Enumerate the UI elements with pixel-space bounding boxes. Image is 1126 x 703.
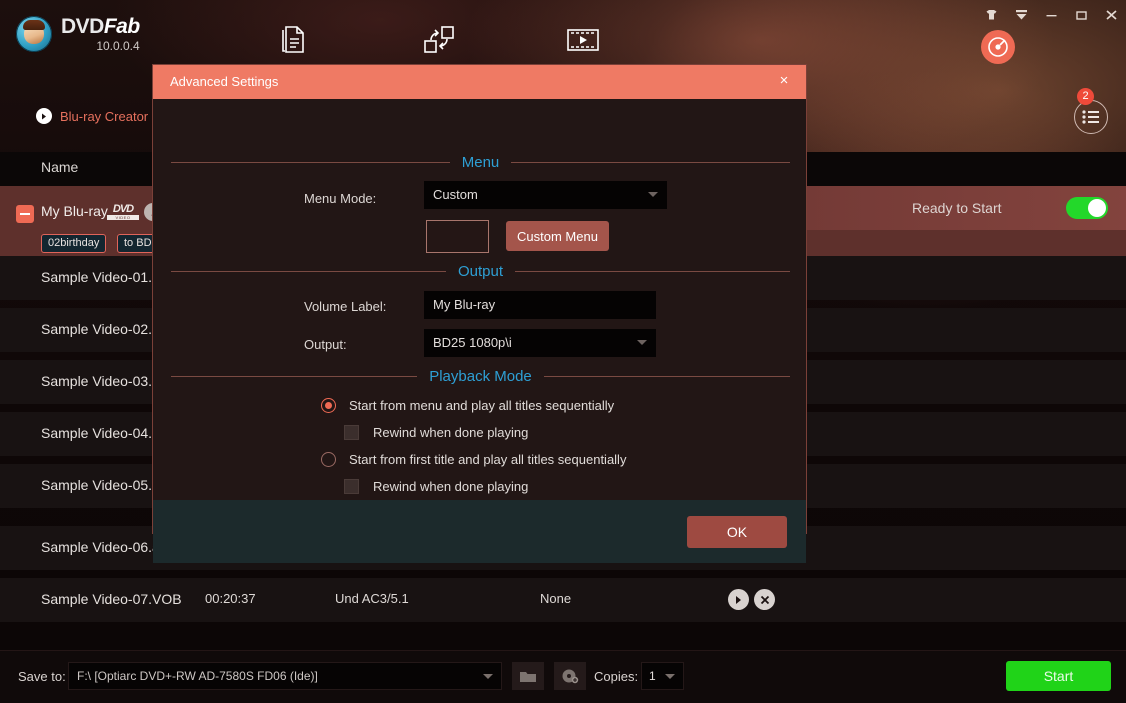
playback-option-2[interactable]: Start from first title and play all titl… — [321, 452, 626, 467]
dialog-footer: OK — [153, 500, 806, 563]
row-name: Sample Video-04.avi — [41, 425, 170, 441]
delete-icon[interactable] — [754, 589, 775, 610]
dialog-body: Menu Menu Mode: Custom Custom Menu Outpu… — [153, 99, 806, 500]
play-icon[interactable] — [728, 589, 749, 610]
menu-mode-value: Custom — [433, 187, 478, 202]
row-name: Sample Video-06.avi — [41, 539, 170, 555]
chip-source[interactable]: 02birthday — [41, 234, 106, 253]
row-name: Sample Video-03.avi — [41, 373, 170, 389]
playback-option-2-label: Start from first title and play all titl… — [349, 452, 626, 467]
save-to-select[interactable]: F:\ [Optiarc DVD+-RW AD-7580S FD06 (Ide)… — [68, 662, 502, 690]
volume-label-value: My Blu-ray — [433, 297, 495, 312]
converter-icon[interactable] — [416, 20, 462, 60]
chevron-down-icon — [665, 674, 675, 679]
row-audio: Und AC3/5.1 — [335, 591, 409, 606]
output-label: Output: — [304, 337, 347, 352]
column-header-name: Name — [41, 159, 78, 175]
app-logo: DVDFab 10.0.0.4 — [16, 16, 140, 52]
mode-selector[interactable]: Blu-ray Creator — [36, 108, 148, 124]
dvd-logo-top: DVD — [107, 204, 139, 215]
advanced-settings-dialog: Advanced Settings × Menu Menu Mode: Cust… — [152, 64, 807, 534]
ready-label: Ready to Start — [912, 200, 1002, 216]
dvd-logo-bottom: VIDEO — [107, 215, 139, 220]
section-heading-output: Output — [446, 263, 515, 280]
dialog-title: Advanced Settings — [170, 74, 278, 89]
title-name: My Blu-ray — [41, 203, 108, 219]
row-time: 00:20:37 — [205, 591, 256, 606]
section-output: Output — [171, 263, 790, 279]
folder-icon[interactable] — [512, 662, 544, 690]
dvdfab-window: DVDFab 10.0.0.4 — [0, 0, 1126, 703]
output-select[interactable]: BD25 1080p\i — [424, 329, 656, 357]
ready-toggle[interactable] — [1066, 197, 1108, 219]
app-name-fab: Fab — [104, 15, 140, 38]
ok-button[interactable]: OK — [687, 516, 787, 548]
close-icon[interactable] — [1104, 7, 1118, 23]
chevron-down-icon — [648, 192, 658, 197]
chevron-down-icon — [483, 674, 493, 679]
menu-mode-label: Menu Mode: — [304, 191, 376, 206]
rewind-checkbox-1[interactable]: Rewind when done playing — [344, 425, 528, 440]
app-name: DVDFab — [61, 16, 140, 37]
disc-icon[interactable] — [554, 662, 586, 690]
row-name: Sample Video-07.VOB — [41, 591, 182, 607]
section-heading-playback: Playback Mode — [417, 368, 544, 385]
title-bar: DVDFab 10.0.0.4 — [0, 0, 1126, 70]
queue-badge: 2 — [1077, 88, 1094, 105]
volume-label-label: Volume Label: — [304, 299, 386, 314]
section-heading-menu: Menu — [450, 154, 512, 171]
playback-option-1-label: Start from menu and play all titles sequ… — [349, 398, 614, 413]
module-toolbar — [270, 14, 790, 60]
task-queue-button[interactable]: 2 — [1074, 100, 1108, 134]
mascot-icon — [16, 16, 52, 52]
arrow-right-icon — [36, 108, 52, 124]
rewind-label-2: Rewind when done playing — [373, 479, 528, 494]
copies-value: 1 — [649, 669, 656, 683]
copies-select[interactable]: 1 — [641, 662, 684, 690]
radio-icon-selected — [321, 398, 336, 413]
mode-label: Blu-ray Creator — [60, 109, 148, 124]
ready-to-start-strip: Ready to Start — [806, 186, 1126, 230]
start-button[interactable]: Start — [1006, 661, 1111, 691]
output-value: BD25 1080p\i — [433, 335, 512, 350]
dialog-header: Advanced Settings × — [153, 65, 806, 99]
table-row[interactable]: Sample Video-07.VOB 00:20:37 Und AC3/5.1… — [0, 578, 1126, 622]
custom-menu-button[interactable]: Custom Menu — [506, 221, 609, 251]
save-to-value: F:\ [Optiarc DVD+-RW AD-7580S FD06 (Ide)… — [77, 669, 318, 683]
section-menu: Menu — [171, 154, 790, 170]
rewind-checkbox-2[interactable]: Rewind when done playing — [344, 479, 528, 494]
save-to-label: Save to: — [18, 669, 66, 684]
minimize-icon[interactable] — [1044, 7, 1058, 23]
volume-label-input[interactable]: My Blu-ray — [424, 291, 656, 319]
app-version: 10.0.0.4 — [61, 40, 140, 52]
row-name: Sample Video-02.avi — [41, 321, 170, 337]
close-icon[interactable]: × — [775, 72, 793, 90]
chevron-down-icon — [637, 340, 647, 345]
video-icon[interactable] — [560, 20, 606, 60]
radio-icon — [321, 452, 336, 467]
tray-icon[interactable] — [1014, 7, 1028, 23]
window-controls — [984, 4, 1118, 26]
app-name-dvd: DVD — [61, 15, 104, 38]
copies-label: Copies: — [594, 669, 638, 684]
playback-option-1[interactable]: Start from menu and play all titles sequ… — [321, 398, 614, 413]
collapse-icon[interactable] — [16, 205, 34, 223]
menu-mode-select[interactable]: Custom — [424, 181, 667, 209]
section-playback: Playback Mode — [171, 368, 790, 384]
menu-thumbnail-preview[interactable] — [426, 220, 489, 253]
row-subtitle: None — [540, 591, 571, 606]
rewind-label-1: Rewind when done playing — [373, 425, 528, 440]
skin-icon[interactable] — [984, 7, 998, 23]
copy-icon[interactable] — [272, 20, 318, 60]
creator-disc-icon[interactable] — [981, 30, 1015, 64]
checkbox-icon — [344, 479, 359, 494]
maximize-icon[interactable] — [1074, 7, 1088, 23]
checkbox-icon — [344, 425, 359, 440]
row-name: Sample Video-05.avi — [41, 477, 170, 493]
row-name: Sample Video-01.avi — [41, 269, 170, 285]
dvd-video-logo-icon: DVD VIDEO — [107, 204, 139, 220]
